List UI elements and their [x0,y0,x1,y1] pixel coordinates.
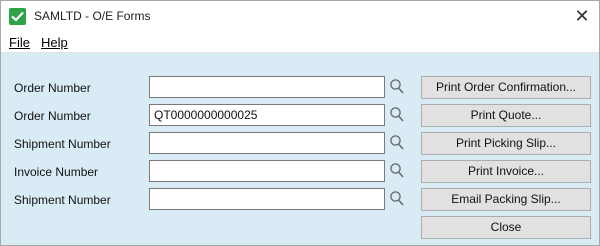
menu-file-label: File [9,35,30,50]
print-invoice-button[interactable]: Print Invoice... [421,160,591,183]
title-bar: SAMLTD - O/E Forms ✕ [1,1,599,32]
invoice-number-input[interactable] [149,160,385,182]
magnifier-icon[interactable] [389,190,405,208]
magnifier-icon[interactable] [389,134,405,152]
quote-order-number-input[interactable] [149,104,385,126]
order-number-input[interactable] [149,76,385,98]
packing-shipment-number-label: Shipment Number [14,193,111,207]
email-packing-slip-button[interactable]: Email Packing Slip... [421,188,591,211]
shipment-number-label: Shipment Number [14,137,111,151]
app-icon [9,8,26,25]
magnifier-icon[interactable] [389,106,405,124]
menu-file[interactable]: File [9,35,30,50]
shipment-number-input[interactable] [149,132,385,154]
menu-help-label: Help [41,35,68,50]
close-window-icon[interactable]: ✕ [571,5,593,27]
oe-forms-window: SAMLTD - O/E Forms ✕ File Help Order Num… [0,0,600,246]
print-quote-button[interactable]: Print Quote... [421,104,591,127]
close-button[interactable]: Close [421,216,591,239]
print-picking-slip-button[interactable]: Print Picking Slip... [421,132,591,155]
menu-bar: File Help [1,32,599,53]
menu-help[interactable]: Help [41,35,68,50]
magnifier-icon[interactable] [389,162,405,180]
order-number-label: Order Number [14,81,91,95]
quote-order-number-label: Order Number [14,109,91,123]
magnifier-icon[interactable] [389,78,405,96]
print-order-confirmation-button[interactable]: Print Order Confirmation... [421,76,591,99]
window-title: SAMLTD - O/E Forms [34,9,151,23]
invoice-number-label: Invoice Number [14,165,99,179]
packing-shipment-number-input[interactable] [149,188,385,210]
